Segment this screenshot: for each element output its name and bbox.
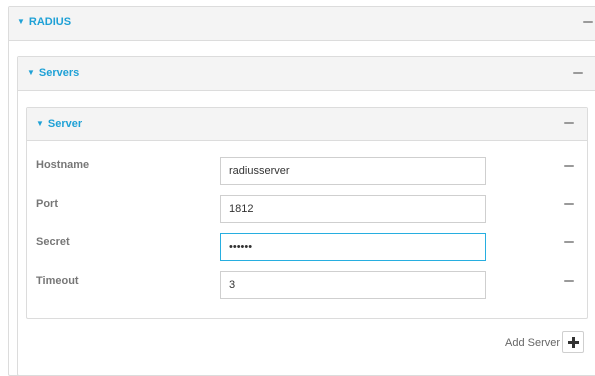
server-menu-icon[interactable] (563, 118, 575, 128)
radius-toggle[interactable]: ▼ RADIUS (17, 16, 71, 28)
caret-down-icon: ▼ (27, 68, 35, 77)
plus-icon (567, 336, 579, 348)
server-toggle[interactable]: ▼ Server (36, 118, 82, 130)
secret-menu-icon[interactable] (563, 237, 575, 247)
add-server-button[interactable] (562, 331, 584, 353)
radius-menu-icon[interactable] (582, 17, 594, 27)
port-label: Port (36, 198, 58, 210)
servers-toggle[interactable]: ▼ Servers (27, 67, 79, 79)
caret-down-icon: ▼ (17, 17, 25, 26)
timeout-input[interactable] (220, 271, 486, 299)
hostname-menu-icon[interactable] (563, 161, 575, 171)
radius-title: RADIUS (28, 16, 72, 28)
servers-header (18, 57, 595, 91)
hostname-label: Hostname (36, 159, 90, 171)
timeout-label: Timeout (36, 275, 79, 287)
server-title: Server (47, 118, 83, 130)
timeout-menu-icon[interactable] (563, 276, 575, 286)
radius-header (9, 7, 595, 41)
secret-input[interactable] (220, 233, 486, 261)
secret-label: Secret (36, 236, 70, 248)
servers-title: Servers (38, 67, 80, 79)
server-header (27, 108, 587, 141)
port-menu-icon[interactable] (563, 199, 575, 209)
caret-down-icon: ▼ (36, 119, 44, 128)
hostname-input[interactable] (220, 157, 486, 185)
add-server-label[interactable]: Add Server (505, 337, 560, 349)
port-input[interactable] (220, 195, 486, 223)
servers-menu-icon[interactable] (572, 68, 584, 78)
